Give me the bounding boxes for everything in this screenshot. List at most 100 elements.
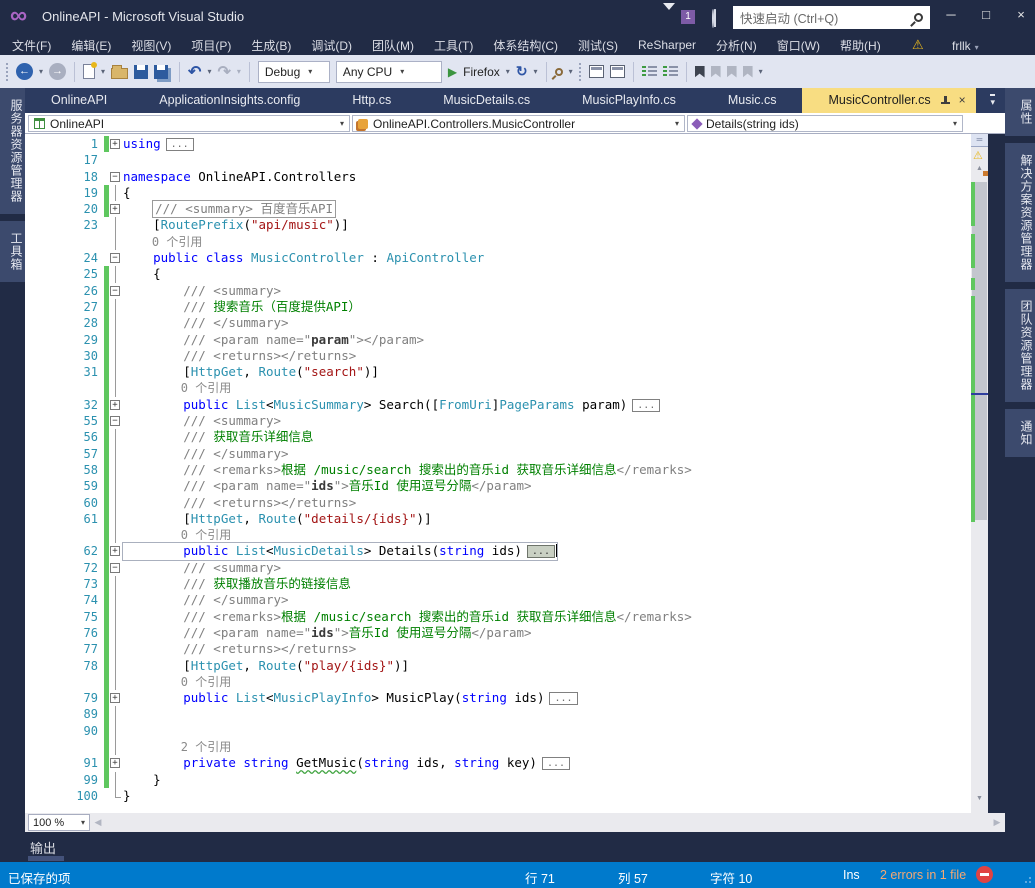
toggle-outlining-button[interactable] xyxy=(610,65,625,78)
menu-item[interactable]: 项目(P) xyxy=(189,37,233,54)
fold-toggle[interactable]: − xyxy=(110,286,120,296)
refresh-dropdown[interactable]: ▾ xyxy=(534,67,538,76)
fold-toggle[interactable]: − xyxy=(110,253,120,263)
tool-window-tab[interactable]: 服务器资源管理器 xyxy=(0,88,25,214)
document-tab[interactable]: Music.cs xyxy=(702,88,803,113)
collapsed-region-box[interactable]: ... xyxy=(632,399,660,412)
fold-toggle[interactable]: − xyxy=(110,416,120,426)
uncomment-selection-button[interactable] xyxy=(663,65,678,78)
scroll-down-arrow[interactable]: ▼ xyxy=(971,795,988,802)
sign-in-icon[interactable] xyxy=(708,10,724,25)
scroll-right-arrow[interactable]: ▶ xyxy=(989,817,1005,828)
new-file-dropdown[interactable]: ▾ xyxy=(101,67,105,76)
navigate-backward-dropdown[interactable]: ▾ xyxy=(39,67,43,76)
user-account[interactable]: frllk▾ xyxy=(952,39,979,53)
error-status-icon[interactable] xyxy=(976,866,993,883)
scrollbar-warning-icon[interactable]: ⚠ xyxy=(973,149,983,162)
minimize-button[interactable]: ─ xyxy=(935,0,967,30)
browser-target-dropdown[interactable]: ▾ xyxy=(506,67,510,76)
document-tab[interactable]: MusicDetails.cs xyxy=(417,88,556,113)
solution-configuration-combo[interactable]: Debug▾ xyxy=(258,61,330,83)
menu-item[interactable]: 窗口(W) xyxy=(775,37,822,54)
tool-window-tab[interactable]: 属性 xyxy=(1005,88,1035,136)
tool-window-tab[interactable]: 通知 xyxy=(1005,409,1035,457)
menu-item[interactable]: 视图(V) xyxy=(129,37,173,54)
document-tab[interactable]: OnlineAPI xyxy=(25,88,133,113)
menu-item[interactable]: 文件(F) xyxy=(10,37,53,54)
menu-item[interactable]: 体系结构(C) xyxy=(491,37,560,54)
undo-dropdown[interactable]: ▾ xyxy=(207,67,211,76)
menu-item[interactable]: ReSharper xyxy=(636,38,698,52)
navigate-forward-button[interactable]: → xyxy=(49,63,66,80)
document-tab[interactable]: ApplicationInsights.config xyxy=(133,88,326,113)
tool-window-tab[interactable]: 团队资源管理器 xyxy=(1005,289,1035,402)
menu-item[interactable]: 调试(D) xyxy=(309,37,354,54)
codelens-references[interactable]: 2 个引用 xyxy=(123,740,231,754)
find-in-files-icon[interactable] xyxy=(555,68,563,76)
menu-item[interactable]: 团队(M) xyxy=(370,37,416,54)
fold-toggle[interactable]: + xyxy=(110,139,120,149)
toolbar-overflow-button-2[interactable]: ▾ xyxy=(759,67,763,76)
codelens-references[interactable]: 0 个引用 xyxy=(123,528,231,542)
fold-toggle[interactable]: + xyxy=(110,546,120,556)
tab-list-dropdown[interactable]: ▾ xyxy=(990,94,995,108)
menu-item[interactable]: 编辑(E) xyxy=(69,37,113,54)
license-warning-icon[interactable]: ⚠ xyxy=(912,37,924,53)
codelens-references[interactable]: 0 个引用 xyxy=(123,675,231,689)
open-file-button[interactable] xyxy=(111,68,128,79)
new-file-button[interactable] xyxy=(83,64,95,79)
browser-target-label[interactable]: Firefox xyxy=(463,65,500,79)
undo-button[interactable]: ↶ xyxy=(188,62,201,82)
comment-selection-button[interactable] xyxy=(642,65,657,78)
notification-count-badge[interactable]: 1 xyxy=(681,10,695,24)
split-editor-handle[interactable]: ═ xyxy=(971,134,988,147)
collapsed-region-box[interactable]: ... xyxy=(166,138,194,151)
feedback-filter-icon[interactable] xyxy=(663,10,675,24)
redo-dropdown[interactable]: ▾ xyxy=(237,67,241,76)
collapsed-region-box[interactable]: ... xyxy=(527,545,555,558)
menu-item[interactable]: 测试(S) xyxy=(576,37,620,54)
quick-launch-search[interactable]: 快速启动 (Ctrl+Q) xyxy=(733,6,930,29)
close-button[interactable]: × xyxy=(1005,0,1035,30)
document-tab[interactable]: Http.cs xyxy=(326,88,417,113)
type-dropdown[interactable]: OnlineAPI.Controllers.MusicController▾ xyxy=(352,115,685,132)
fold-toggle[interactable]: + xyxy=(110,758,120,768)
fold-toggle[interactable]: − xyxy=(110,172,120,182)
codelens-references[interactable]: 0 个引用 xyxy=(123,381,231,395)
maximize-button[interactable]: □ xyxy=(970,0,1002,30)
collapsed-region-box[interactable]: ... xyxy=(549,692,577,705)
close-tab-icon[interactable]: × xyxy=(959,88,966,113)
collapse-to-definitions-button[interactable] xyxy=(589,65,604,78)
member-dropdown[interactable]: Details(string ids)▾ xyxy=(687,115,963,132)
menu-item[interactable]: 分析(N) xyxy=(714,37,759,54)
menu-item[interactable]: 工具(T) xyxy=(432,37,475,54)
tool-window-tab[interactable]: 解决方案资源管理器 xyxy=(1005,143,1035,282)
fold-toggle[interactable]: + xyxy=(110,204,120,214)
project-dropdown[interactable]: OnlineAPI▾ xyxy=(28,115,350,132)
code-editor[interactable]: 1+using...1718−namespace OnlineAPI.Contr… xyxy=(25,134,988,813)
vertical-scrollbar[interactable]: ═ ⚠ ▲ ▼ xyxy=(971,134,988,813)
solution-platform-combo[interactable]: Any CPU▾ xyxy=(336,61,442,83)
menu-item[interactable]: 帮助(H) xyxy=(838,37,883,54)
codelens-references[interactable]: 0 个引用 xyxy=(123,235,202,249)
fold-toggle[interactable]: + xyxy=(110,693,120,703)
redo-button[interactable]: ↷ xyxy=(217,62,230,82)
navigate-backward-button[interactable]: ← xyxy=(16,63,33,80)
document-tab[interactable]: MusicController.cs× xyxy=(802,88,975,113)
save-all-button[interactable] xyxy=(154,65,168,79)
fold-toggle[interactable]: + xyxy=(110,400,120,410)
toggle-bookmark-button[interactable] xyxy=(695,66,705,78)
clear-bookmarks-button[interactable] xyxy=(743,66,753,78)
save-button[interactable] xyxy=(134,65,148,79)
output-panel-tab[interactable]: 输出 xyxy=(30,838,56,857)
editor-zoom-combo[interactable]: 100 %▾ xyxy=(28,814,90,831)
previous-bookmark-button[interactable] xyxy=(711,66,721,78)
menu-item[interactable]: 生成(B) xyxy=(249,37,293,54)
error-count-status[interactable]: 2 errors in 1 file xyxy=(880,868,966,882)
collapsed-region-box[interactable]: ... xyxy=(542,757,570,770)
toolbar-grip-2[interactable] xyxy=(579,63,583,81)
toolbar-overflow-button[interactable]: ▾ xyxy=(569,67,573,76)
refresh-button[interactable]: ↻ xyxy=(516,63,528,80)
scroll-left-arrow[interactable]: ◀ xyxy=(90,817,106,828)
start-debugging-icon[interactable]: ▶ xyxy=(448,65,457,79)
